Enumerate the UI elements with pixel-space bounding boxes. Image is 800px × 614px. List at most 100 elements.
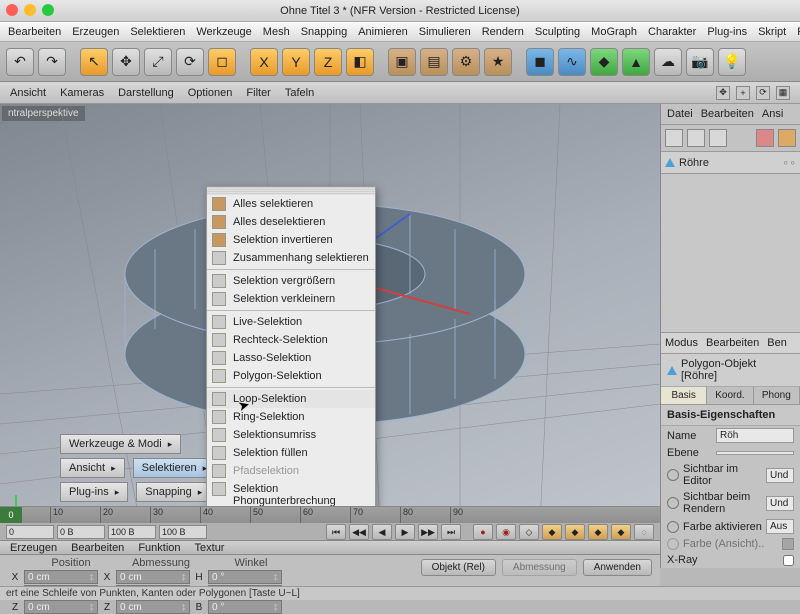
menu-item[interactable]: Selektion invertieren bbox=[207, 231, 375, 249]
attr-menu[interactable]: Bearbeiten bbox=[706, 337, 759, 349]
viewmenu-tafeln[interactable]: Tafeln bbox=[285, 87, 314, 99]
key-pos-button[interactable]: ◆ bbox=[542, 524, 562, 540]
menu-item[interactable]: Rechteck-Selektion bbox=[207, 331, 375, 349]
menu-animieren[interactable]: Animieren bbox=[358, 26, 408, 38]
light-tool[interactable]: 💡 bbox=[718, 48, 746, 76]
goto-start-button[interactable]: ⏮ bbox=[326, 524, 346, 540]
close-icon[interactable] bbox=[6, 4, 18, 16]
om-menu[interactable]: Ansi bbox=[762, 108, 783, 120]
tree-item-roehre[interactable]: Röhre ∘∘ bbox=[665, 156, 796, 169]
timeline[interactable]: 0102030405060708090 0 0 0 B 100 B 100 B … bbox=[0, 506, 660, 540]
axis-y[interactable]: Y bbox=[282, 48, 310, 76]
timeline-max-field[interactable]: 100 B bbox=[159, 525, 207, 539]
rotate-tool[interactable]: ⟳ bbox=[176, 48, 204, 76]
key-rot-button[interactable]: ◆ bbox=[588, 524, 608, 540]
zoom-icon[interactable] bbox=[42, 4, 54, 16]
environment-tool[interactable]: ☁ bbox=[654, 48, 682, 76]
timeline-end-field[interactable]: 100 B bbox=[108, 525, 156, 539]
render-settings[interactable]: ⚙ bbox=[452, 48, 480, 76]
menu-item[interactable]: Selektionsumriss bbox=[207, 426, 375, 444]
move-tool[interactable]: ✥ bbox=[112, 48, 140, 76]
attr-tab[interactable]: Basis bbox=[661, 387, 707, 404]
om-icon[interactable] bbox=[687, 129, 705, 147]
coord-system[interactable]: ◧ bbox=[346, 48, 374, 76]
attr-menu[interactable]: Modus bbox=[665, 337, 698, 349]
menu-item[interactable]: Alles deselektieren bbox=[207, 213, 375, 231]
coord-dim-button[interactable]: Abmessung bbox=[502, 559, 577, 576]
viewmenu-filter[interactable]: Filter bbox=[246, 87, 270, 99]
menu-item[interactable]: Zusammenhang selektieren bbox=[207, 249, 375, 267]
attr-tab[interactable]: Koord. bbox=[707, 387, 753, 404]
autokey-button[interactable]: ◉ bbox=[496, 524, 516, 540]
menu-item[interactable]: Live-Selektion bbox=[207, 313, 375, 331]
prev-frame-button[interactable]: ◀ bbox=[372, 524, 392, 540]
coord-dim[interactable]: 0 cm bbox=[116, 600, 190, 614]
redo-button[interactable]: ↷ bbox=[38, 48, 66, 76]
timeline-current-field[interactable]: 0 B bbox=[57, 525, 105, 539]
menu-selektieren[interactable]: Selektieren bbox=[130, 26, 185, 38]
timeline-ruler[interactable]: 0102030405060708090 0 bbox=[0, 507, 660, 523]
om-menu[interactable]: Bearbeiten bbox=[701, 108, 754, 120]
key-pla-button[interactable]: ◌ bbox=[634, 524, 654, 540]
play-button[interactable]: ▶ bbox=[395, 524, 415, 540]
menu-simulieren[interactable]: Simulieren bbox=[419, 26, 471, 38]
flyout-werkzeugemodi[interactable]: Werkzeuge & Modi bbox=[60, 434, 181, 454]
object-tree[interactable]: Röhre ∘∘ bbox=[661, 152, 800, 174]
menu-werkzeuge[interactable]: Werkzeuge bbox=[196, 26, 251, 38]
flyout-plugins[interactable]: Plug-ins bbox=[60, 482, 128, 502]
menu-mograph[interactable]: MoGraph bbox=[591, 26, 637, 38]
bottom-tab[interactable]: Funktion bbox=[138, 542, 180, 554]
camera-tool[interactable]: 📷 bbox=[686, 48, 714, 76]
menu-item[interactable]: Selektion füllen bbox=[207, 444, 375, 462]
viewport-zoom-icon[interactable]: + bbox=[736, 86, 750, 100]
attr-tab[interactable]: Phong bbox=[754, 387, 800, 404]
axis-z[interactable]: Z bbox=[314, 48, 342, 76]
viewmenu-kameras[interactable]: Kameras bbox=[60, 87, 104, 99]
render-picture[interactable]: ★ bbox=[484, 48, 512, 76]
scale-tool[interactable]: ⤢ bbox=[144, 48, 172, 76]
viewport-layout-icon[interactable]: ▦ bbox=[776, 86, 790, 100]
menu-sculpting[interactable]: Sculpting bbox=[535, 26, 580, 38]
deformer-tool[interactable]: ▲ bbox=[622, 48, 650, 76]
next-frame-button[interactable]: ▶▶ bbox=[418, 524, 438, 540]
bottom-tab[interactable]: Textur bbox=[195, 542, 225, 554]
coord-pos[interactable]: 0 cm bbox=[24, 570, 98, 584]
viewport-rotate-icon[interactable]: ⟳ bbox=[756, 86, 770, 100]
viewmenu-darstellung[interactable]: Darstellung bbox=[118, 87, 174, 99]
om-icon[interactable] bbox=[756, 129, 774, 147]
attr-menu[interactable]: Ben bbox=[767, 337, 787, 349]
minimize-icon[interactable] bbox=[24, 4, 36, 16]
color-swatch[interactable] bbox=[782, 538, 794, 550]
bottom-tab[interactable]: Erzeugen bbox=[10, 542, 57, 554]
menu-item[interactable]: Ring-Selektion bbox=[207, 408, 375, 426]
bottom-tab[interactable]: Bearbeiten bbox=[71, 542, 124, 554]
generator-tool[interactable]: ◆ bbox=[590, 48, 618, 76]
menu-snapping[interactable]: Snapping bbox=[301, 26, 348, 38]
timeline-playhead[interactable]: 0 bbox=[0, 507, 22, 523]
key-param-button[interactable]: ◆ bbox=[611, 524, 631, 540]
coord-mode-button[interactable]: Objekt (Rel) bbox=[421, 559, 496, 576]
menu-item[interactable]: Selektion vergrößern bbox=[207, 272, 375, 290]
menu-item[interactable]: Selektion verkleinern bbox=[207, 290, 375, 308]
coord-dim[interactable]: 0 cm bbox=[116, 570, 190, 584]
coord-pos[interactable]: 0 cm bbox=[24, 600, 98, 614]
om-icon[interactable] bbox=[778, 129, 796, 147]
menu-item[interactable]: Loop-Selektion bbox=[207, 390, 375, 408]
menu-rendern[interactable]: Rendern bbox=[482, 26, 524, 38]
keyframe-button[interactable]: ◇ bbox=[519, 524, 539, 540]
menu-plug-ins[interactable]: Plug-ins bbox=[707, 26, 747, 38]
coord-ang[interactable]: 0 ° bbox=[208, 600, 282, 614]
om-menu[interactable]: Datei bbox=[667, 108, 693, 120]
menu-item[interactable]: Polygon-Selektion bbox=[207, 367, 375, 385]
om-icon[interactable] bbox=[665, 129, 683, 147]
last-tool[interactable]: ◻ bbox=[208, 48, 236, 76]
render-preview[interactable]: ▤ bbox=[420, 48, 448, 76]
menu-item[interactable]: Lasso-Selektion bbox=[207, 349, 375, 367]
viewport-nav-icon[interactable]: ✥ bbox=[716, 86, 730, 100]
menu-bearbeiten[interactable]: Bearbeiten bbox=[8, 26, 61, 38]
undo-button[interactable]: ↶ bbox=[6, 48, 34, 76]
primitive-cube[interactable]: ◼ bbox=[526, 48, 554, 76]
render-view[interactable]: ▣ bbox=[388, 48, 416, 76]
coord-apply-button[interactable]: Anwenden bbox=[583, 559, 652, 576]
timeline-start-field[interactable]: 0 bbox=[6, 525, 54, 539]
